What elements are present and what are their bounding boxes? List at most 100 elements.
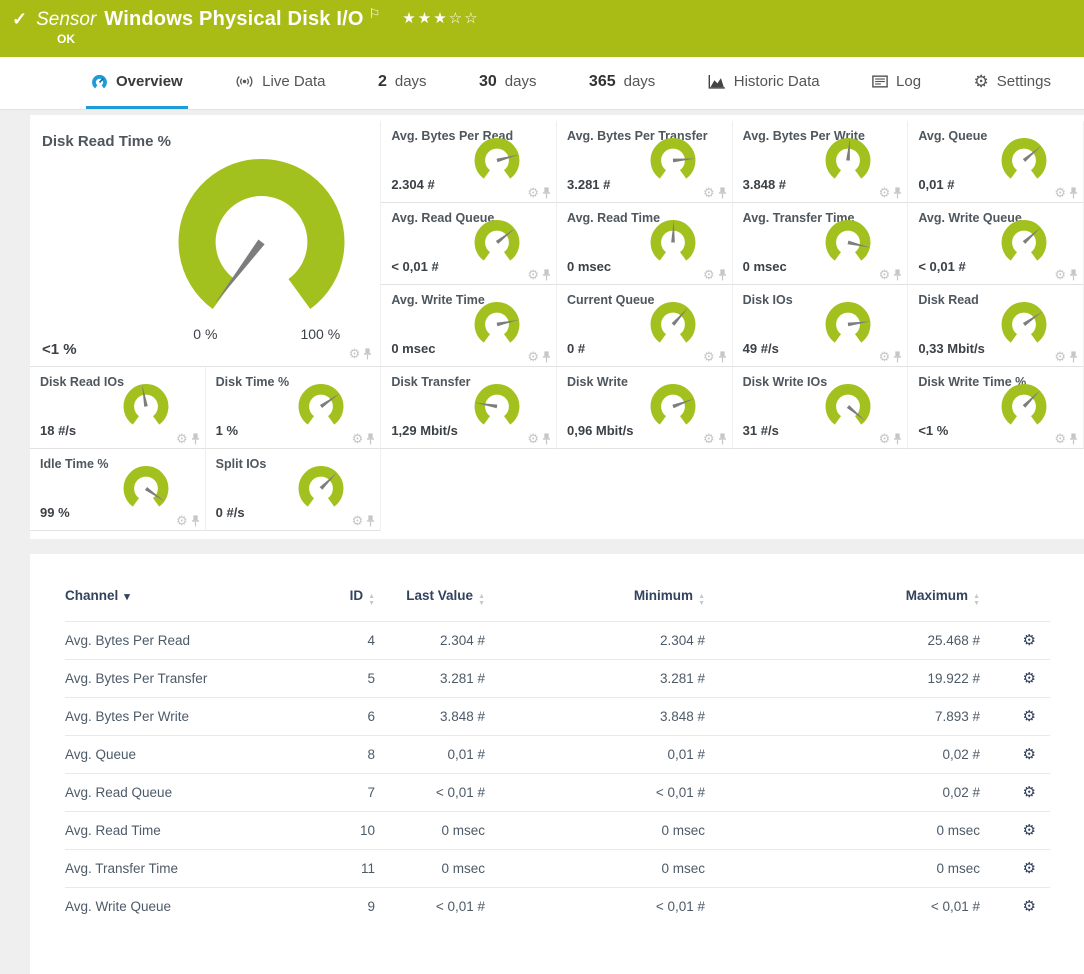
gear-icon[interactable]: ⚙ [879,350,891,363]
gauge-cell[interactable]: Disk Write IOs 31 #/s ⚙ [733,367,909,449]
gauge-cell[interactable]: Current Queue 0 # ⚙ [557,285,733,367]
gauge-cell[interactable]: Disk Time % 1 % ⚙ [206,367,382,449]
gauge-cell[interactable]: Disk IOs 49 #/s ⚙ [733,285,909,367]
tab-days[interactable]: 2 days [373,57,432,109]
tab-historic-data[interactable]: Historic Data [703,57,825,109]
channel-settings-icon[interactable]: ⚙ [1023,784,1036,801]
pin-icon[interactable] [366,433,375,445]
gauge-cell[interactable]: Avg. Write Time 0 msec ⚙ [381,285,557,367]
channel-settings-icon[interactable]: ⚙ [1023,860,1036,877]
gear-icon[interactable]: ⚙ [1054,186,1066,199]
gauge-cell[interactable]: Disk Write Time % <1 % ⚙ [908,367,1084,449]
pin-icon[interactable] [542,269,551,281]
gauge-cell[interactable]: Split IOs 0 #/s ⚙ [206,449,382,531]
flag-icon[interactable]: ⚐ [369,6,381,22]
gear-icon[interactable]: ⚙ [349,347,361,360]
gauge-dial [815,130,881,187]
star-filled-icon[interactable]: ★ [418,10,433,27]
gear-icon[interactable]: ⚙ [703,350,715,363]
gauge-cell[interactable]: Idle Time % 99 % ⚙ [30,449,206,531]
pin-icon[interactable] [1069,433,1078,445]
pin-icon[interactable] [893,269,902,281]
pin-icon[interactable] [1069,269,1078,281]
channel-settings-icon[interactable]: ⚙ [1023,708,1036,725]
pin-icon[interactable] [718,433,727,445]
gear-icon[interactable]: ⚙ [879,432,891,445]
sort-icon[interactable]: ▲▼ [478,593,485,607]
column-header-id[interactable]: ID▲▼ [300,582,375,622]
gauge-cell[interactable]: Disk Transfer 1,29 Mbit/s ⚙ [381,367,557,449]
tab-live-data[interactable]: Live Data [230,57,330,109]
gauge-cell[interactable]: Avg. Read Time 0 msec ⚙ [557,203,733,285]
tab-days[interactable]: 365 days [584,57,660,109]
channel-settings-icon[interactable]: ⚙ [1023,632,1036,649]
column-header-last-value[interactable]: Last Value▲▼ [375,582,485,622]
pin-icon[interactable] [718,269,727,281]
gear-icon[interactable]: ⚙ [527,186,539,199]
gauge-cell[interactable]: Disk Read 0,33 Mbit/s ⚙ [908,285,1084,367]
pin-icon[interactable] [893,433,902,445]
gear-icon[interactable]: ⚙ [527,350,539,363]
pin-icon[interactable] [1069,351,1078,363]
column-header-minimum[interactable]: Minimum▲▼ [485,582,705,622]
pin-icon[interactable] [718,187,727,199]
gear-icon[interactable]: ⚙ [176,432,188,445]
sort-desc-icon[interactable]: ▾ [124,591,130,603]
gear-icon[interactable]: ⚙ [527,432,539,445]
sort-icon[interactable]: ▲▼ [698,593,705,607]
pin-icon[interactable] [1069,187,1078,199]
pin-icon[interactable] [542,351,551,363]
gauge-cell[interactable]: Disk Write 0,96 Mbit/s ⚙ [557,367,733,449]
gear-icon[interactable]: ⚙ [1054,268,1066,281]
channel-settings-icon[interactable]: ⚙ [1023,898,1036,915]
channel-id-cell: 9 [300,888,375,926]
maximum-cell: 19.922 # [705,660,980,698]
pin-icon[interactable] [542,433,551,445]
pin-icon[interactable] [191,433,200,445]
star-filled-icon[interactable]: ★ [433,10,448,27]
gauge-cell[interactable]: Avg. Bytes Per Read 2.304 # ⚙ [381,121,557,203]
star-empty-icon[interactable]: ☆ [464,10,479,27]
gear-icon[interactable]: ⚙ [703,186,715,199]
gear-icon[interactable]: ⚙ [703,432,715,445]
gauge-cell[interactable]: Avg. Write Queue < 0,01 # ⚙ [908,203,1084,285]
gauge-cell[interactable]: Disk Read IOs 18 #/s ⚙ [30,367,206,449]
channel-settings-icon[interactable]: ⚙ [1023,822,1036,839]
gear-icon[interactable]: ⚙ [1054,350,1066,363]
main-gauge-cell[interactable]: Disk Read Time % 0 % 100 % <1 % ⚙ [30,121,381,367]
pin-icon[interactable] [366,515,375,527]
gauge-cell[interactable]: Avg. Bytes Per Write 3.848 # ⚙ [733,121,909,203]
gear-icon[interactable]: ⚙ [352,514,364,527]
tab-settings[interactable]: ⚙ Settings [969,57,1056,109]
channel-settings-icon[interactable]: ⚙ [1023,746,1036,763]
column-header-maximum[interactable]: Maximum▲▼ [705,582,980,622]
gauge-cell[interactable]: Avg. Queue 0,01 # ⚙ [908,121,1084,203]
pin-icon[interactable] [542,187,551,199]
gauge-cell[interactable]: Avg. Transfer Time 0 msec ⚙ [733,203,909,285]
sort-icon[interactable]: ▲▼ [973,593,980,607]
gear-icon[interactable]: ⚙ [176,514,188,527]
gear-icon[interactable]: ⚙ [352,432,364,445]
tab-days[interactable]: 30 days [474,57,541,109]
star-empty-icon[interactable]: ☆ [449,10,464,27]
gear-icon[interactable]: ⚙ [879,268,891,281]
tab-log[interactable]: Log [867,57,926,109]
star-rating[interactable]: ★★★☆☆ [402,9,479,27]
sensor-status-text: OK [57,32,75,46]
column-header-channel[interactable]: Channel▾ [65,582,300,622]
gauge-cell[interactable]: Avg. Bytes Per Transfer 3.281 # ⚙ [557,121,733,203]
tab-overview[interactable]: Overview [86,57,188,109]
pin-icon[interactable] [191,515,200,527]
sort-icon[interactable]: ▲▼ [368,593,375,607]
pin-icon[interactable] [363,348,372,360]
gear-icon[interactable]: ⚙ [527,268,539,281]
gauge-cell[interactable]: Avg. Read Queue < 0,01 # ⚙ [381,203,557,285]
pin-icon[interactable] [893,187,902,199]
pin-icon[interactable] [893,351,902,363]
pin-icon[interactable] [718,351,727,363]
channel-settings-icon[interactable]: ⚙ [1023,670,1036,687]
gear-icon[interactable]: ⚙ [1054,432,1066,445]
gear-icon[interactable]: ⚙ [703,268,715,281]
gear-icon[interactable]: ⚙ [879,186,891,199]
star-filled-icon[interactable]: ★ [402,10,417,27]
